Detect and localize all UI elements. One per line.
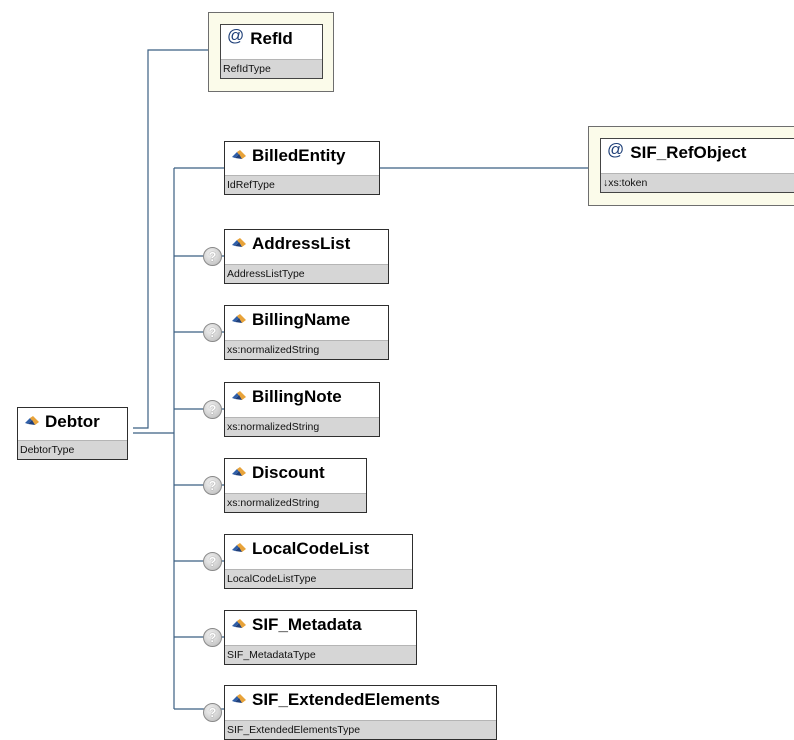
node-billedentity-name: BilledEntity bbox=[225, 142, 379, 170]
node-sif-refobject-type: ↓xs:token bbox=[601, 173, 794, 192]
discount-label: Discount bbox=[252, 463, 325, 482]
optional-marker-billingname: ? bbox=[203, 323, 222, 342]
node-sif-extendedelements-type: SIF_ExtendedElementsType bbox=[225, 720, 496, 739]
element-icon bbox=[232, 150, 246, 160]
element-icon bbox=[232, 619, 246, 629]
node-addresslist-name: AddressList bbox=[225, 230, 388, 258]
optional-marker-sif-metadata: ? bbox=[203, 628, 222, 647]
node-sif-refobject-name: @ SIF_RefObject bbox=[601, 139, 794, 167]
refid-label: RefId bbox=[250, 29, 293, 48]
node-localcodelist-type: LocalCodeListType bbox=[225, 569, 412, 588]
node-billedentity[interactable]: BilledEntity IdRefType bbox=[224, 141, 380, 195]
attribute-group-sif-refobject: @ SIF_RefObject ↓xs:token bbox=[588, 126, 794, 206]
optional-marker-discount: ? bbox=[203, 476, 222, 495]
element-icon bbox=[232, 694, 246, 704]
element-icon bbox=[232, 467, 246, 477]
billedentity-label: BilledEntity bbox=[252, 146, 346, 165]
node-refid-name: @ RefId bbox=[221, 25, 322, 53]
node-sif-extendedelements[interactable]: SIF_ExtendedElements SIF_ExtendedElement… bbox=[224, 685, 497, 740]
node-debtor[interactable]: Debtor DebtorType bbox=[17, 407, 128, 460]
element-icon bbox=[232, 238, 246, 248]
node-billedentity-type: IdRefType bbox=[225, 175, 379, 194]
node-sif-metadata[interactable]: SIF_Metadata SIF_MetadataType bbox=[224, 610, 417, 665]
element-icon bbox=[232, 314, 246, 324]
node-localcodelist[interactable]: LocalCodeList LocalCodeListType bbox=[224, 534, 413, 589]
addresslist-label: AddressList bbox=[252, 234, 351, 253]
node-addresslist[interactable]: AddressList AddressListType bbox=[224, 229, 389, 284]
localcodelist-label: LocalCodeList bbox=[252, 539, 370, 558]
node-sif-metadata-name: SIF_Metadata bbox=[225, 611, 416, 639]
node-discount[interactable]: Discount xs:normalizedString bbox=[224, 458, 367, 513]
node-billingname-type: xs:normalizedString bbox=[225, 340, 388, 359]
node-discount-type: xs:normalizedString bbox=[225, 493, 366, 512]
node-billingname-name: BillingName bbox=[225, 306, 388, 334]
optional-marker-localcodelist: ? bbox=[203, 552, 222, 571]
sif-metadata-label: SIF_Metadata bbox=[252, 615, 362, 634]
billingnote-label: BillingNote bbox=[252, 387, 342, 406]
connector-root-refid bbox=[133, 49, 212, 429]
attribute-group-refid: @ RefId RefIdType bbox=[208, 12, 334, 92]
element-icon bbox=[25, 416, 39, 426]
node-billingname[interactable]: BillingName xs:normalizedString bbox=[224, 305, 389, 360]
element-icon bbox=[232, 391, 246, 401]
sif-refobject-label: SIF_RefObject bbox=[630, 143, 747, 162]
debtor-label: Debtor bbox=[45, 412, 100, 431]
optional-marker-addresslist: ? bbox=[203, 247, 222, 266]
node-debtor-name: Debtor bbox=[18, 408, 127, 436]
node-addresslist-type: AddressListType bbox=[225, 264, 388, 283]
node-billingnote-type: xs:normalizedString bbox=[225, 417, 379, 436]
node-refid-type: RefIdType bbox=[221, 59, 322, 78]
attribute-at-icon: @ bbox=[227, 26, 245, 45]
node-sif-metadata-type: SIF_MetadataType bbox=[225, 645, 416, 664]
optional-marker-billingnote: ? bbox=[203, 400, 222, 419]
attribute-at-icon: @ bbox=[607, 140, 625, 159]
optional-marker-sif-extendedelements: ? bbox=[203, 703, 222, 722]
node-localcodelist-name: LocalCodeList bbox=[225, 535, 412, 563]
node-sif-extendedelements-name: SIF_ExtendedElements bbox=[225, 686, 496, 714]
node-debtor-type: DebtorType bbox=[18, 440, 127, 459]
sif-extendedelements-label: SIF_ExtendedElements bbox=[252, 690, 441, 709]
node-refid[interactable]: @ RefId RefIdType bbox=[220, 24, 323, 79]
element-icon bbox=[232, 543, 246, 553]
node-billingnote-name: BillingNote bbox=[225, 383, 379, 411]
node-discount-name: Discount bbox=[225, 459, 366, 487]
node-sif-refobject[interactable]: @ SIF_RefObject ↓xs:token bbox=[600, 138, 794, 193]
node-billingnote[interactable]: BillingNote xs:normalizedString bbox=[224, 382, 380, 437]
billingname-label: BillingName bbox=[252, 310, 351, 329]
